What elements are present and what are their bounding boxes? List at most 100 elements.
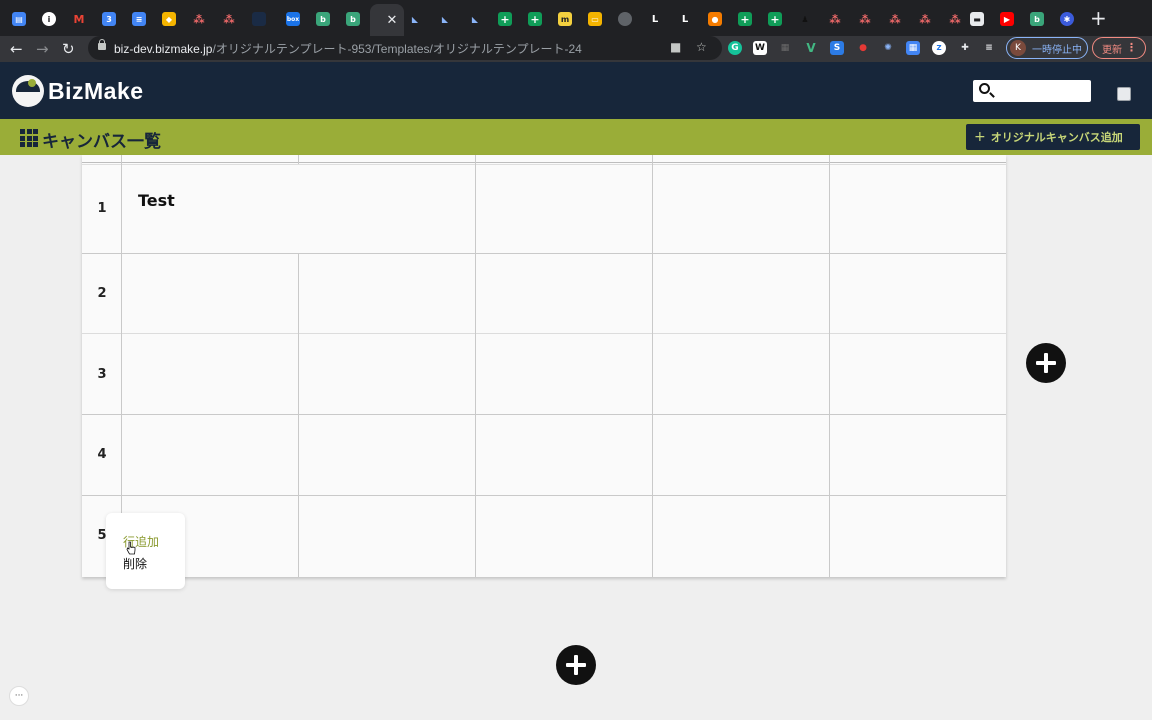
browser-tab[interactable]: ⁂ (822, 6, 848, 32)
browser-tab[interactable]: ⁂ (912, 6, 938, 32)
car-favicon-icon: ▬ (970, 12, 984, 26)
update-button[interactable]: 更新 ⋮ (1092, 37, 1146, 59)
browser-tab[interactable]: b (340, 6, 366, 32)
grammarly-extension-icon[interactable]: G (728, 41, 742, 55)
row-number: 4 (97, 447, 107, 462)
browser-tab[interactable] (246, 6, 272, 32)
ladybug-extension-icon[interactable]: ● (856, 41, 870, 55)
browser-tab[interactable]: b (1024, 6, 1050, 32)
browser-tab[interactable]: ● (702, 6, 728, 32)
docs-favicon-icon: ▤ (12, 12, 26, 26)
browser-tab[interactable]: m (552, 6, 578, 32)
url-host: biz-dev.bizmake.jp (114, 42, 213, 56)
browser-tab[interactable]: b (310, 6, 336, 32)
bird-favicon-icon: ◣ (441, 14, 449, 24)
search-input[interactable] (973, 80, 1091, 102)
browser-tab[interactable]: ◣ (462, 6, 488, 32)
browser-tab[interactable] (612, 6, 638, 32)
browser-tab[interactable]: ⁂ (852, 6, 878, 32)
browser-tab[interactable]: ◣ (432, 6, 458, 32)
browser-tab[interactable]: ◣ (402, 6, 428, 32)
browser-tab[interactable]: + (492, 6, 518, 32)
add-original-canvas-label: オリジナルキャンバス追加 (990, 131, 1123, 144)
browser-tab[interactable]: ≡ (126, 6, 152, 32)
youtube-favicon-icon: ▶ (1000, 12, 1014, 26)
browser-tab[interactable]: 3 (96, 6, 122, 32)
browser-tab[interactable]: ✱ (1054, 6, 1080, 32)
browser-tab[interactable]: ⁂ (216, 6, 242, 32)
asana-favicon-icon: ⁂ (193, 12, 205, 26)
new-tab-button[interactable]: + (1090, 8, 1107, 28)
sheets-favicon-icon: + (528, 12, 542, 26)
browser-tab[interactable]: ⁂ (882, 6, 908, 32)
row-divider (82, 164, 1006, 165)
menu-item-delete[interactable]: 削除 (123, 555, 147, 572)
user-avatar-image[interactable] (1117, 87, 1131, 101)
bizmake-logo[interactable]: BizMake (12, 75, 144, 107)
camera-icon[interactable]: ■ (670, 40, 681, 54)
add-original-canvas-button[interactable]: + オリジナルキャンバス追加 (966, 124, 1140, 150)
browser-tab[interactable]: ▭ (582, 6, 608, 32)
vue-extension-icon[interactable]: V (804, 41, 818, 55)
forward-arrow-icon[interactable]: → (36, 39, 49, 59)
add-row-button[interactable] (556, 645, 596, 685)
browser-tab[interactable]: box (280, 6, 306, 32)
page-title: キャンバス一覧 (42, 132, 161, 152)
sheets-favicon-icon: + (498, 12, 512, 26)
s-extension-icon[interactable]: S (830, 41, 844, 55)
sheets-favicon-icon: + (738, 12, 752, 26)
reload-icon[interactable]: ↻ (62, 39, 75, 59)
row-number: 1 (97, 201, 107, 216)
browser-toolbar: ← → ↻ biz-dev.bizmake.jp/オリジナルテンプレート-953… (0, 36, 1152, 62)
logo-mark-icon (12, 75, 44, 107)
chess-favicon-icon: ♟ (801, 14, 809, 24)
w-extension-icon[interactable]: W (753, 41, 767, 55)
zoom-extension-icon[interactable]: Z (932, 41, 946, 55)
bookmark-star-icon[interactable]: ☆ (696, 40, 707, 54)
add-column-button[interactable] (1026, 343, 1066, 383)
browser-tab[interactable]: M (66, 6, 92, 32)
chat-widget-icon[interactable]: ··· (9, 686, 29, 706)
globe-favicon-icon (618, 12, 632, 26)
browser-tab[interactable]: i (36, 6, 62, 32)
more-menu-icon[interactable]: ⋮ (1126, 41, 1137, 54)
bizmake-favicon-icon: b (346, 12, 360, 26)
grid-extension-icon[interactable]: ▦ (778, 41, 792, 55)
logo-text: BizMake (48, 77, 144, 104)
browser-tab[interactable]: + (762, 6, 788, 32)
browser-tab[interactable]: ▬ (964, 6, 990, 32)
browser-tab[interactable]: ▤ (6, 6, 32, 32)
row-context-menu: 行追加 削除 (106, 513, 185, 589)
url-text: biz-dev.bizmake.jp/オリジナルテンプレート-953/Templ… (114, 40, 582, 57)
address-bar[interactable]: biz-dev.bizmake.jp/オリジナルテンプレート-953/Templ… (88, 36, 722, 60)
canvas-board: 1 2 3 4 5 Test (82, 155, 1006, 577)
box-favicon-icon: box (286, 12, 300, 26)
miro-favicon-icon: m (558, 12, 572, 26)
sheets-favicon-icon: + (768, 12, 782, 26)
browser-tab-active[interactable]: ✕ (370, 4, 404, 36)
page-toolbar: キャンバス一覧 + オリジナルキャンバス追加 (0, 119, 1152, 155)
browser-tab[interactable]: ▶ (994, 6, 1020, 32)
gmail-favicon-icon: M (72, 12, 86, 26)
browser-tab[interactable]: L (642, 6, 668, 32)
asana-favicon-icon: ⁂ (919, 12, 931, 26)
puzzle-color-extension-icon[interactable]: ✺ (881, 41, 895, 55)
extensions-puzzle-icon[interactable]: ✚ (958, 41, 972, 55)
canvas-cell-text[interactable]: Test (138, 191, 175, 210)
browser-tab[interactable]: ⁂ (186, 6, 212, 32)
row-number: 2 (97, 286, 107, 301)
back-arrow-icon[interactable]: ← (10, 39, 23, 59)
table-extension-icon[interactable]: ▦ (906, 41, 920, 55)
browser-tab[interactable]: L (672, 6, 698, 32)
row-divider (82, 333, 1006, 334)
reading-list-icon[interactable]: ≡ (982, 41, 996, 55)
close-tab-icon[interactable]: ✕ (387, 13, 398, 28)
browser-tab[interactable]: + (522, 6, 548, 32)
slides-favicon-icon: ▭ (588, 12, 602, 26)
profile-button[interactable]: K 一時停止中 (1006, 37, 1088, 59)
browser-tab[interactable]: ◆ (156, 6, 182, 32)
password-favicon-icon: i (42, 12, 56, 26)
browser-tab[interactable]: ♟ (792, 6, 818, 32)
browser-tab[interactable]: + (732, 6, 758, 32)
update-label: 更新 (1102, 44, 1122, 56)
